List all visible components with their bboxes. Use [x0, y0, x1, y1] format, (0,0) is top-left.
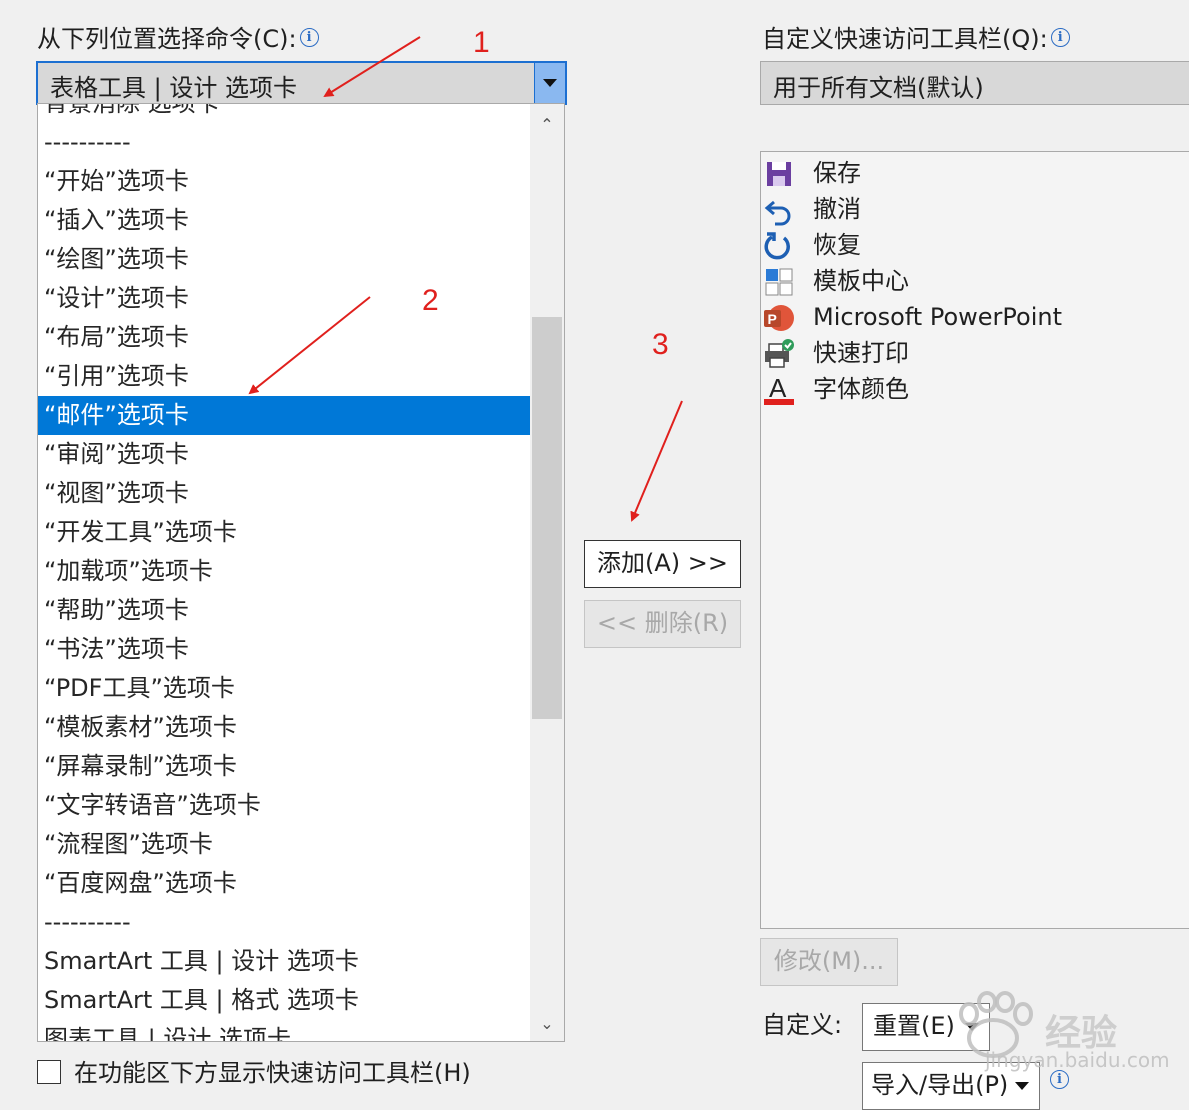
annotation-arrow-3: [630, 400, 683, 522]
annotation-number-3: 3: [652, 328, 669, 361]
annotation-number-2: 2: [422, 284, 439, 317]
annotation-arrows: [248, 36, 683, 522]
annotation-number-1: 1: [473, 26, 490, 59]
annotation-arrow-2: [248, 296, 371, 395]
annotation-arrow-1: [323, 36, 421, 98]
